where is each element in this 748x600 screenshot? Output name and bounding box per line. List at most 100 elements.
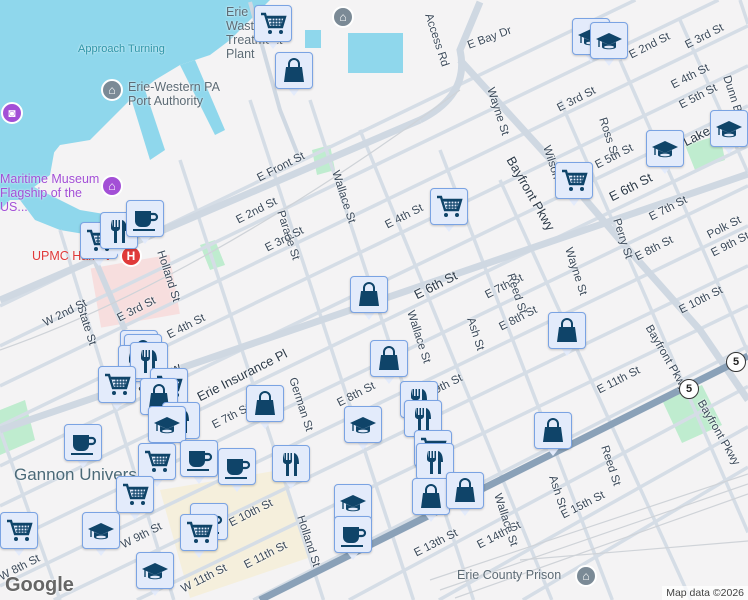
government-building-icon[interactable]: ⌂ xyxy=(101,79,123,101)
grocery-cart-marker[interactable] xyxy=(116,476,154,521)
coffee-cup-icon xyxy=(223,453,251,481)
museum-icon[interactable]: ⌂ xyxy=(101,175,123,197)
graduation-cap-icon xyxy=(651,135,679,163)
coffee-cup-marker[interactable] xyxy=(334,516,372,561)
route-5-shield: 5 xyxy=(679,379,699,399)
camera-attraction-icon[interactable]: ◙ xyxy=(1,102,23,124)
restaurant-fork-knife-icon xyxy=(409,405,437,433)
poi-erie-county-prison[interactable]: Erie County Prison xyxy=(457,568,561,582)
graduation-cap-marker[interactable] xyxy=(344,406,382,451)
graduation-cap-icon xyxy=(153,411,181,439)
graduation-cap-icon xyxy=(87,517,115,545)
graduation-cap-marker[interactable] xyxy=(646,130,684,175)
shopping-bag-marker[interactable] xyxy=(446,472,484,517)
marker-body xyxy=(272,445,310,482)
grocery-cart-icon xyxy=(435,193,463,221)
government-building-icon[interactable]: ⌂ xyxy=(332,6,354,28)
marker-body xyxy=(710,110,748,147)
coffee-cup-icon xyxy=(131,205,159,233)
restaurant-fork-knife-icon xyxy=(277,450,305,478)
shopping-bag-marker[interactable] xyxy=(534,412,572,457)
marker-body xyxy=(446,472,484,509)
grocery-cart-icon xyxy=(560,167,588,195)
map-canvas[interactable]: E Front St Parade St Wallace St E 2nd St… xyxy=(0,0,748,600)
marker-body xyxy=(254,5,292,42)
marker-body xyxy=(412,478,450,515)
graduation-cap-icon xyxy=(715,115,743,143)
marker-body xyxy=(136,552,174,589)
grocery-cart-marker[interactable] xyxy=(555,162,593,207)
grocery-cart-icon xyxy=(185,519,213,547)
marker-body xyxy=(0,512,38,549)
plant-pond xyxy=(348,33,403,73)
marker-body xyxy=(334,516,372,553)
shopping-bag-marker[interactable] xyxy=(412,478,450,523)
marker-body xyxy=(116,476,154,513)
shopping-bag-icon xyxy=(251,390,279,418)
shopping-bag-icon xyxy=(553,317,581,345)
shopping-bag-icon xyxy=(280,57,308,85)
shopping-bag-icon xyxy=(375,345,403,373)
graduation-cap-icon xyxy=(349,411,377,439)
marker-body xyxy=(350,276,388,313)
coffee-cup-marker[interactable] xyxy=(126,200,164,245)
grocery-cart-marker[interactable] xyxy=(430,188,468,233)
coffee-cup-marker[interactable] xyxy=(180,440,218,485)
marker-body xyxy=(246,385,284,422)
marker-body xyxy=(98,366,136,403)
marker-body xyxy=(126,200,164,237)
grocery-cart-icon xyxy=(5,517,33,545)
marker-body xyxy=(555,162,593,199)
marker-body xyxy=(275,52,313,89)
map-attribution[interactable]: Map data ©2026 xyxy=(662,586,748,600)
shopping-bag-icon xyxy=(355,281,383,309)
marker-body xyxy=(548,312,586,349)
coffee-cup-icon xyxy=(185,445,213,473)
coffee-cup-icon xyxy=(339,521,367,549)
marker-body xyxy=(180,440,218,477)
shopping-bag-marker[interactable] xyxy=(246,385,284,430)
grocery-cart-marker[interactable] xyxy=(180,514,218,559)
marker-body xyxy=(64,424,102,461)
coffee-cup-icon xyxy=(69,429,97,457)
marker-body xyxy=(138,443,176,480)
graduation-cap-icon xyxy=(595,27,623,55)
grocery-cart-icon xyxy=(143,448,171,476)
graduation-cap-marker[interactable] xyxy=(710,110,748,155)
shopping-bag-marker[interactable] xyxy=(370,340,408,385)
graduation-cap-icon xyxy=(141,557,169,585)
water-label-approach-turning: Approach Turning xyxy=(78,43,165,55)
marker-body xyxy=(82,512,120,549)
poi-port-authority[interactable]: Erie-Western PA Port Authority xyxy=(128,80,238,108)
shopping-bag-marker[interactable] xyxy=(350,276,388,321)
marker-body xyxy=(218,448,256,485)
poi-maritime-museum[interactable]: Maritime Museum Flagship of the US... xyxy=(0,172,100,214)
grocery-cart-marker[interactable] xyxy=(254,5,292,50)
restaurant-fork-knife-marker[interactable] xyxy=(272,445,310,490)
shopping-bag-marker[interactable] xyxy=(548,312,586,357)
marker-body xyxy=(430,188,468,225)
grocery-cart-icon xyxy=(103,371,131,399)
grocery-cart-marker[interactable] xyxy=(0,512,38,557)
shopping-bag-icon xyxy=(417,483,445,511)
marker-body xyxy=(180,514,218,551)
shopping-bag-icon xyxy=(451,477,479,505)
graduation-cap-marker[interactable] xyxy=(590,22,628,67)
marker-body xyxy=(646,130,684,167)
government-building-icon[interactable]: ⌂ xyxy=(575,565,597,587)
plant-pond xyxy=(305,30,321,48)
shopping-bag-icon xyxy=(539,417,567,445)
google-logo: Google xyxy=(5,574,74,596)
grocery-cart-icon xyxy=(121,481,149,509)
grocery-cart-icon xyxy=(259,10,287,38)
graduation-cap-marker[interactable] xyxy=(82,512,120,557)
marker-body xyxy=(148,406,186,443)
marker-body xyxy=(344,406,382,443)
restaurant-fork-knife-icon xyxy=(421,448,449,476)
marker-body xyxy=(534,412,572,449)
coffee-cup-marker[interactable] xyxy=(218,448,256,493)
shopping-bag-marker[interactable] xyxy=(275,52,313,97)
graduation-cap-marker[interactable] xyxy=(136,552,174,597)
grocery-cart-marker[interactable] xyxy=(98,366,136,411)
coffee-cup-marker[interactable] xyxy=(64,424,102,469)
